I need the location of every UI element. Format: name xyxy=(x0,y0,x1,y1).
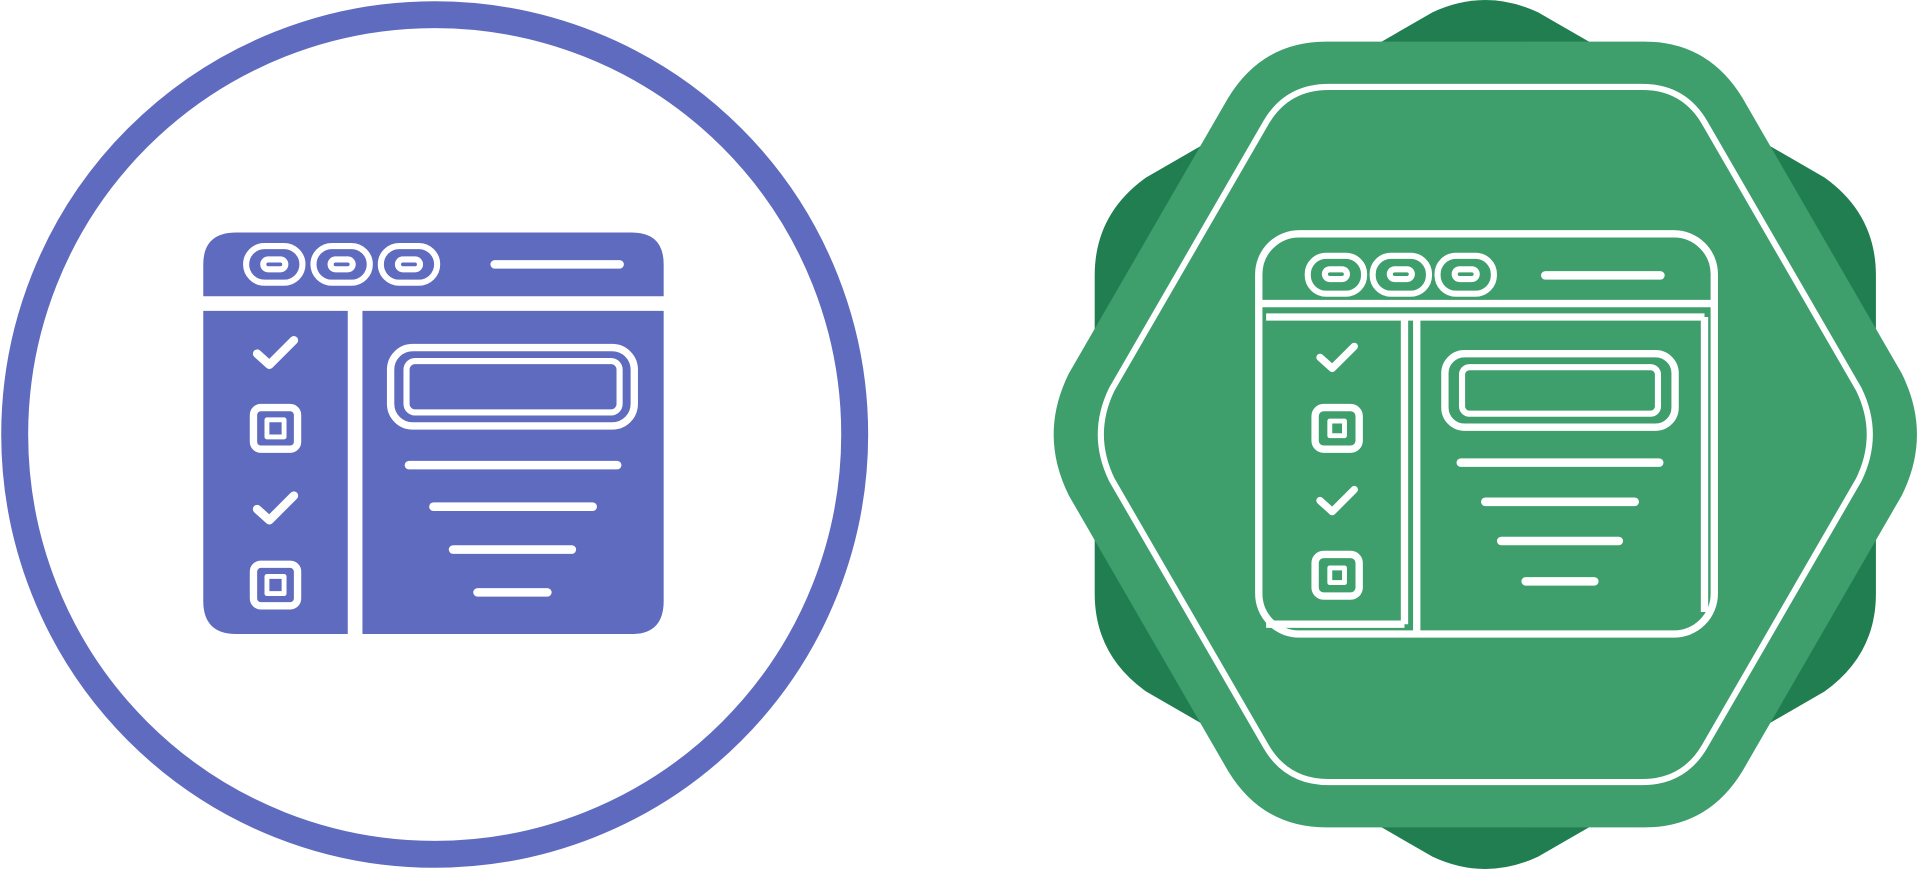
icon-showcase xyxy=(0,0,1920,869)
checklist-window-outline-icon xyxy=(1053,0,1917,869)
checklist-window-glyph-icon xyxy=(1,1,869,868)
icon-canvas xyxy=(1,0,1917,869)
